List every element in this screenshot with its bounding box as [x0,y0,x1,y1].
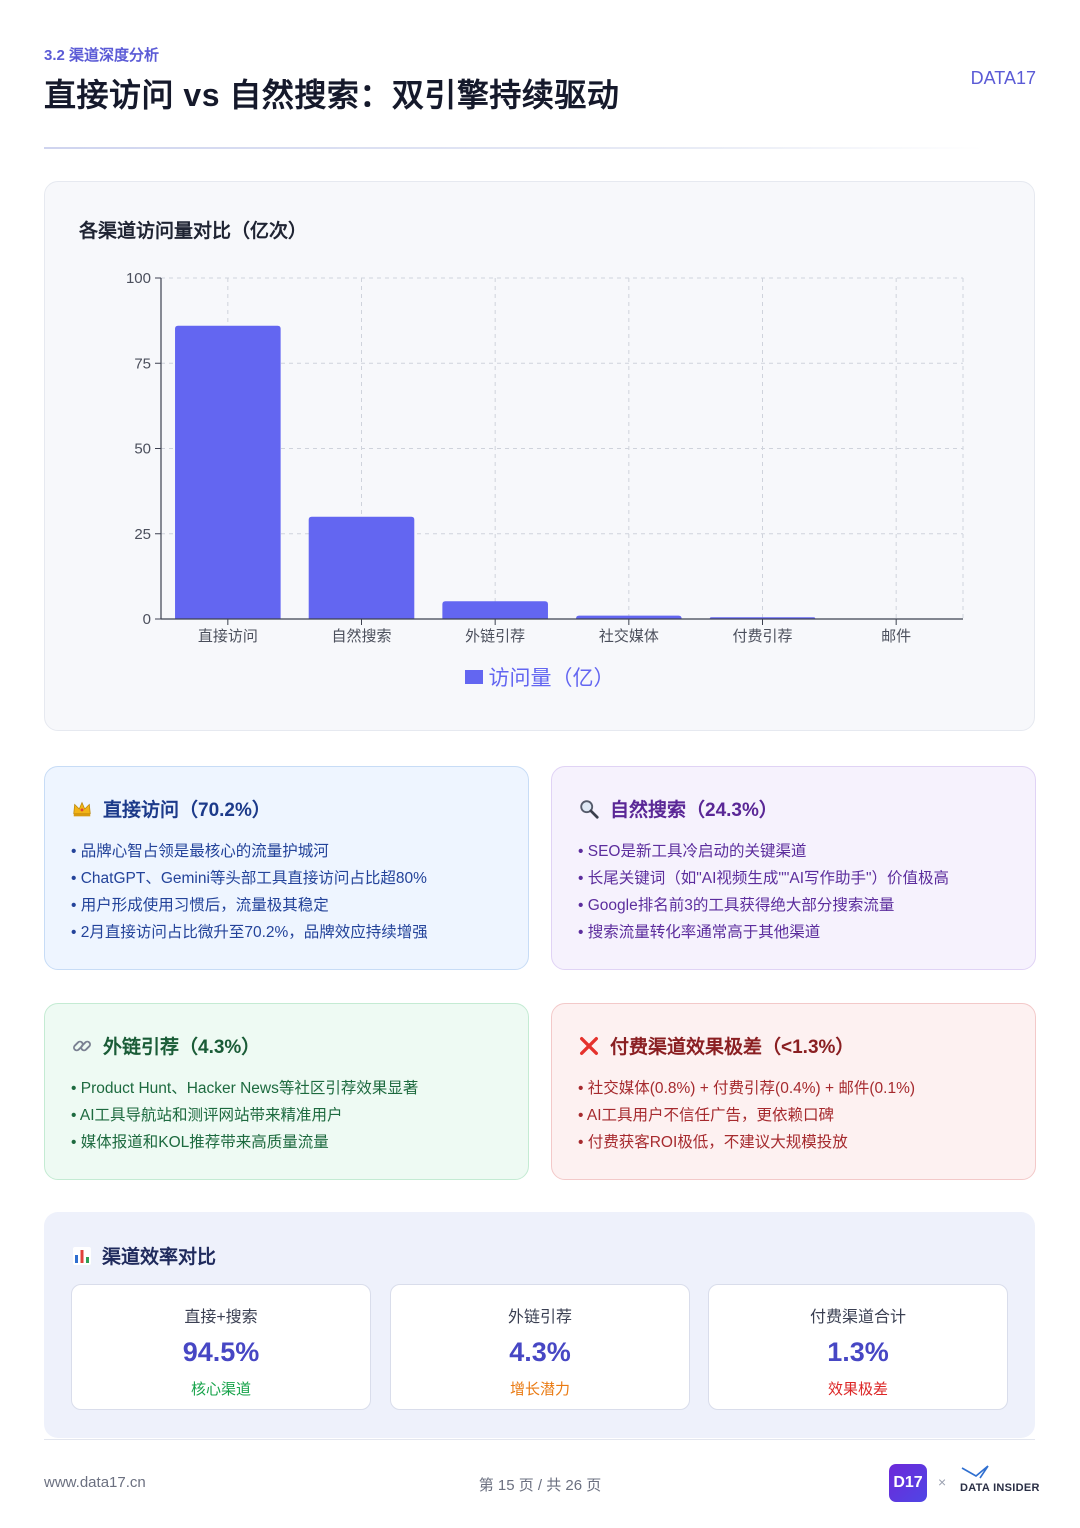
footer-divider [44,1439,1035,1440]
crown-icon [73,801,91,816]
legend-label: 访问量（亿） [488,667,615,690]
direct-access-title: 直接访问（70.2%） [103,800,271,821]
list-item: 2月直接访问占比微升至70.2%，品牌效应持续增强 [71,919,502,946]
y-tick-label: 50 [134,441,151,458]
paid-channels-list: 社交媒体(0.8%) + 付费引荐(0.4%) + 邮件(0.1%) AI工具用… [578,1075,1009,1156]
page-title: 直接访问 vs 自然搜索：双引擎持续驱动 [44,77,620,113]
metric-card-referral: 外链引荐 4.3% 增长潜力 [390,1284,690,1410]
d17-logo: D17 [889,1464,927,1502]
referral-list: Product Hunt、Hacker News等社区引荐效果显著 AI工具导航… [71,1075,502,1156]
efficiency-title: 渠道效率对比 [102,1247,217,1268]
header-divider [44,147,984,149]
cross-icon [580,1036,598,1055]
metric-card-core: 直接+搜索 94.5% 核心渠道 [71,1284,371,1410]
chart-legend[interactable]: 访问量（亿） [45,662,1034,692]
x-tick-label: 外链引荐 [465,628,525,645]
x-tick-label: 自然搜索 [331,628,391,645]
list-item: 用户形成使用习惯后，流量极其稳定 [71,892,502,919]
brand-tag: DATA17 [970,68,1036,88]
x-tick-label: 社交媒体 [599,627,659,645]
metric-note: 效果极差 [827,1381,888,1398]
list-item: 长尾关键词（如"AI视频生成""AI写作助手"）价值极高 [578,865,1009,892]
direct-access-list: 品牌心智占领是最核心的流量护城河 ChatGPT、Gemini等头部工具直接访问… [71,838,502,946]
y-tick-label: 0 [143,611,151,628]
list-item: 搜索流量转化率通常高于其他渠道 [578,919,1009,946]
x-tick-label: 直接访问 [198,628,258,645]
x-tick-label: 邮件 [881,628,911,645]
bar-chart: 0 25 50 75 100 直接访问 自然搜索 外链引荐 社交媒体 付费引荐 邮件 [126,270,964,645]
direct-access-card: 直接访问（70.2%） 品牌心智占领是最核心的流量护城河 ChatGPT、Gem… [44,766,529,970]
link-icon [73,1040,91,1051]
metric-note: 核心渠道 [190,1381,251,1398]
bar-直接访问 [175,325,281,619]
metric-note: 增长潜力 [509,1381,570,1398]
chart-card: 各渠道访问量对比（亿次） 0 25 50 75 100 直接访问 自然搜索 外链引荐 社交媒体付… [44,181,1035,731]
organic-search-list: SEO是新工具冷启动的关键渠道 长尾关键词（如"AI视频生成""AI写作助手"）… [578,838,1009,946]
list-item: Google排名前3的工具获得绝大部分搜索流量 [578,892,1009,919]
efficiency-panel: 渠道效率对比 直接+搜索 94.5% 核心渠道 外链引荐 4.3% 增长潜力 付… [44,1212,1035,1438]
organic-search-title: 自然搜索（24.3%） [610,800,778,821]
metric-value: 4.3% [509,1337,571,1367]
bar-外链引荐 [442,601,548,619]
referral-card: 外链引荐（4.3%） Product Hunt、Hacker News等社区引荐… [44,1003,529,1180]
list-item: Product Hunt、Hacker News等社区引荐效果显著 [71,1075,502,1102]
y-tick-label: 75 [134,355,151,372]
paid-channels-card: 付费渠道效果极差（<1.3%） 社交媒体(0.8%) + 付费引荐(0.4%) … [551,1003,1036,1180]
list-item: 媒体报道和KOL推荐带来高质量流量 [71,1129,502,1156]
metric-card-paid: 付费渠道合计 1.3% 效果极差 [708,1284,1008,1410]
metric-label: 直接+搜索 [184,1309,258,1326]
metric-value: 1.3% [827,1337,889,1367]
list-item: AI工具用户不信任广告，更依赖口碑 [578,1102,1009,1129]
partner-name: DATA INSIDER [960,1482,1040,1494]
metric-label: 外链引荐 [507,1309,572,1326]
metric-value: 94.5% [182,1337,260,1367]
metric-label: 付费渠道合计 [809,1309,906,1326]
x-tick-label: 付费引荐 [732,628,792,645]
list-item: 社交媒体(0.8%) + 付费引荐(0.4%) + 邮件(0.1%) [578,1075,1009,1102]
list-item: 品牌心智占领是最核心的流量护城河 [71,838,502,865]
list-item: ChatGPT、Gemini等头部工具直接访问占比超80% [71,865,502,892]
bar-自然搜索 [308,516,415,619]
legend-swatch [464,670,483,684]
list-item: 付费获客ROI极低，不建议大规模投放 [578,1129,1009,1156]
bar-chart-icon [73,1246,91,1265]
y-tick-label: 25 [134,526,151,543]
list-item: SEO是新工具冷启动的关键渠道 [578,838,1009,865]
magnifier-icon [580,799,599,819]
section-tag: 3.2 渠道深度分析 [44,47,160,64]
referral-title: 外链引荐（4.3%） [103,1037,261,1058]
paid-channels-title: 付费渠道效果极差（<1.3%） [610,1037,855,1058]
times-separator: × [938,1474,947,1490]
organic-search-card: 自然搜索（24.3%） SEO是新工具冷启动的关键渠道 长尾关键词（如"AI视频… [551,766,1036,970]
y-tick-label: 100 [126,270,151,287]
list-item: AI工具导航站和测评网站带来精准用户 [71,1102,502,1129]
